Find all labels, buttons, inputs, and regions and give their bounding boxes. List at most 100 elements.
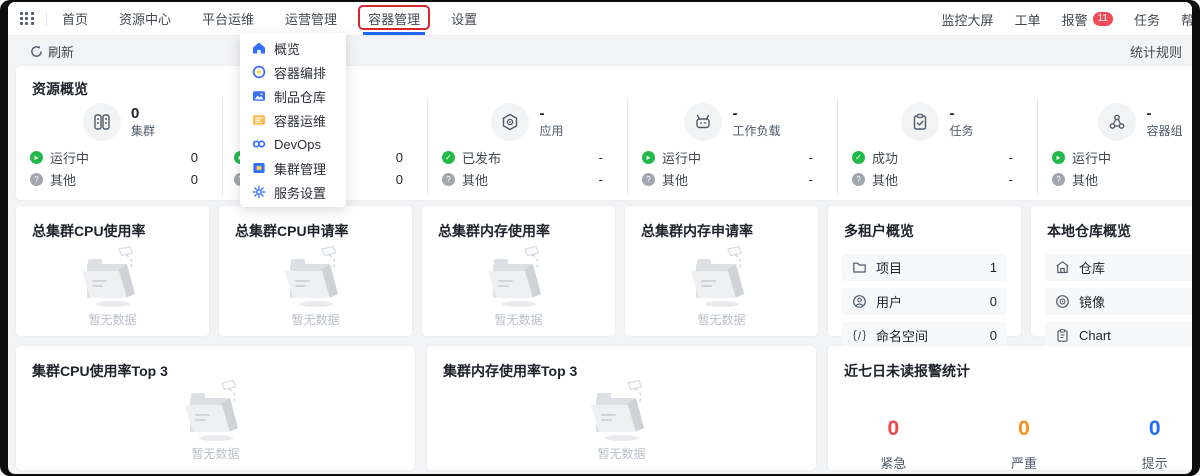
- page-toolbar: 刷新 统计规则: [8, 36, 1192, 66]
- stat-value: 0: [131, 105, 155, 123]
- other-status-icon: ?: [852, 173, 865, 186]
- status-row: ?其他-: [428, 168, 627, 190]
- critical-count: 0: [828, 417, 959, 441]
- published-status-icon: ✓: [442, 151, 455, 164]
- menu-item-service-settings[interactable]: 服务设置: [240, 180, 346, 204]
- list-item-project[interactable]: 项目1: [842, 254, 1007, 281]
- empty-text: 暂无数据: [494, 311, 542, 328]
- nav-item-tasks[interactable]: 任务: [1133, 2, 1161, 36]
- menu-item-orchestration[interactable]: 容器编排: [240, 60, 346, 84]
- app-root: 首页 资源中心 平台运维 运营管理 容器管理 设置 监控大屏 工单 报警 11 …: [8, 2, 1192, 474]
- menu-item-cluster-mgmt[interactable]: 集群管理: [240, 156, 346, 180]
- menu-item-devops[interactable]: DevOps: [240, 132, 346, 156]
- statistics-rule-link[interactable]: 统计规则: [1130, 42, 1182, 61]
- empty-text: 暂无数据: [291, 311, 339, 328]
- alarm-col-critical: 0 紧急: [828, 417, 959, 472]
- hint-count: 0: [1089, 417, 1192, 441]
- other-status-icon: ?: [442, 173, 455, 186]
- repo-title: 本地仓库概览: [1031, 206, 1192, 241]
- alarm-col-hint: 0 提示: [1089, 417, 1192, 472]
- task-icon: [901, 103, 939, 141]
- empty-folder-illustration: [171, 375, 261, 443]
- nav-item-work-order[interactable]: 工单: [1014, 2, 1042, 36]
- empty-state: 暂无数据: [219, 241, 412, 328]
- service-settings-icon: [252, 185, 266, 199]
- stat-col-pods: -容器组 ▸运行中- ?其他-: [1038, 98, 1192, 196]
- container-mgmt-dropdown: 概览 容器编排 制品仓库 容器运维 DevOps 集群管理 服务设置: [240, 33, 346, 207]
- namespace-icon: [852, 328, 867, 343]
- nav-item-monitor-screen[interactable]: 监控大屏: [941, 2, 995, 36]
- stat-col-cluster: 0集群 ▸运行中0 ?其他0: [16, 98, 223, 196]
- running-status-icon: ▸: [642, 151, 655, 164]
- status-row: ✓成功-: [838, 146, 1037, 168]
- empty-state: 暂无数据: [625, 241, 818, 328]
- empty-folder-illustration: [677, 241, 767, 309]
- chart-card-cpu-top3: 集群CPU使用率Top 3 暂无数据: [16, 346, 415, 470]
- empty-text: 暂无数据: [88, 311, 136, 328]
- chart-icon: [1055, 328, 1070, 343]
- top-navbar: 首页 资源中心 平台运维 运营管理 容器管理 设置 监控大屏 工单 报警 11 …: [8, 2, 1192, 36]
- nav-item-label: 容器管理: [368, 9, 420, 28]
- nav-item-home[interactable]: 首页: [61, 2, 89, 35]
- chart-title: 总集群CPU使用率: [16, 206, 209, 241]
- pods-icon: [1098, 103, 1136, 141]
- list-item-chart[interactable]: Chart0: [1045, 322, 1192, 349]
- empty-state: 暂无数据: [422, 241, 615, 328]
- resource-overview-card: 资源概览 0集群 ▸运行中0 ?其他0 ▸运行中0 ?其他0: [16, 66, 1192, 200]
- refresh-button[interactable]: 刷新: [30, 42, 74, 61]
- tenant-overview-card: 多租户概览 项目1 用户0 命名空间0: [828, 206, 1021, 336]
- chart-title: 总集群内存使用率: [422, 206, 615, 241]
- nav-item-label: 报警: [1062, 10, 1088, 29]
- nav-item-help[interactable]: 帮助: [1180, 2, 1192, 36]
- chart-card-cpu-usage: 总集群CPU使用率 暂无数据: [16, 206, 209, 336]
- empty-text: 暂无数据: [697, 311, 745, 328]
- nav-item-resource-center[interactable]: 资源中心: [118, 2, 172, 35]
- running-status-icon: ▸: [1052, 151, 1065, 164]
- refresh-label: 刷新: [48, 42, 74, 61]
- stat-value: -: [1146, 105, 1182, 123]
- container-ops-icon: [252, 113, 266, 127]
- cluster-icon: [83, 103, 121, 141]
- critical-label: 紧急: [828, 453, 959, 472]
- alarm-title: 近七日未读报警统计: [828, 346, 1192, 381]
- stat-value: -: [539, 105, 563, 123]
- other-status-icon: ?: [642, 173, 655, 186]
- nav-item-platform-ops[interactable]: 平台运维: [201, 2, 255, 35]
- menu-item-container-ops[interactable]: 容器运维: [240, 108, 346, 132]
- nav-item-settings[interactable]: 设置: [450, 2, 478, 35]
- nav-item-alarm[interactable]: 报警 11: [1061, 2, 1114, 36]
- nav-item-container-mgmt[interactable]: 容器管理: [367, 2, 421, 35]
- warehouse-icon: [1055, 260, 1070, 275]
- user-icon: [852, 294, 867, 309]
- success-status-icon: ✓: [852, 151, 865, 164]
- menu-item-artifact-repo[interactable]: 制品仓库: [240, 84, 346, 108]
- app-launcher-icon[interactable]: [20, 12, 34, 26]
- stat-label: 容器组: [1146, 123, 1182, 139]
- menu-item-overview[interactable]: 概览: [240, 36, 346, 60]
- list-item-namespace[interactable]: 命名空间0: [842, 322, 1007, 349]
- orchestration-icon: [252, 65, 266, 79]
- empty-folder-illustration: [577, 375, 667, 443]
- list-item-user[interactable]: 用户0: [842, 288, 1007, 315]
- stat-label: 工作负载: [732, 123, 780, 139]
- running-status-icon: ▸: [30, 151, 43, 164]
- list-item-image[interactable]: 镜像0: [1045, 288, 1192, 315]
- status-row: ▸运行中-: [1038, 146, 1192, 168]
- status-row: ✓已发布-: [428, 146, 627, 168]
- stat-value: -: [949, 105, 973, 123]
- status-row: ?其他-: [838, 168, 1037, 190]
- severe-count: 0: [959, 417, 1090, 441]
- alarm-col-severe: 0 严重: [959, 417, 1090, 472]
- alarm-count-badge: 11: [1093, 12, 1113, 26]
- stat-value: -: [732, 105, 780, 123]
- list-item-warehouse[interactable]: 仓库0: [1045, 254, 1192, 281]
- empty-folder-illustration: [474, 241, 564, 309]
- workload-icon: [684, 103, 722, 141]
- nav-item-operation-mgmt[interactable]: 运营管理: [284, 2, 338, 35]
- empty-text: 暂无数据: [597, 445, 645, 462]
- chart-card-mem-top3: 集群内存使用率Top 3 暂无数据: [427, 346, 816, 470]
- empty-text: 暂无数据: [191, 445, 239, 462]
- nav-divider: [46, 12, 47, 26]
- stat-col-application: -应用 ✓已发布- ?其他-: [428, 98, 628, 196]
- empty-state: 暂无数据: [427, 375, 816, 462]
